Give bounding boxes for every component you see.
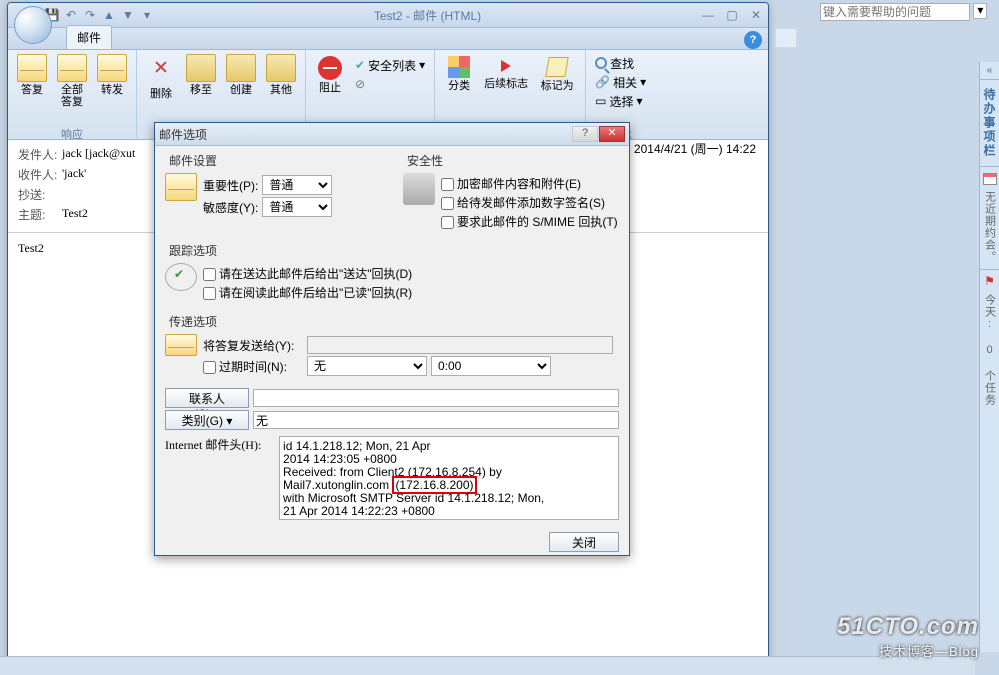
today-tasks-text: 今天: 0 个任务 xyxy=(982,294,998,406)
subject-label: 主题: xyxy=(18,206,62,223)
help-search-dropdown[interactable]: ▾ xyxy=(973,3,987,19)
find-button[interactable]: 查找 xyxy=(592,54,649,72)
categorize-button[interactable]: 分类 xyxy=(441,52,477,92)
other-actions-button[interactable]: 其他 xyxy=(263,52,299,96)
next-icon[interactable]: ▼ xyxy=(120,7,136,23)
reply-button[interactable]: 答复 xyxy=(14,52,50,96)
mail-date: 2014/4/21 (周一) 14:22 xyxy=(634,140,756,157)
delivery-icon xyxy=(165,334,197,356)
undo-icon[interactable]: ↶ xyxy=(63,7,79,23)
close-button[interactable]: ✕ xyxy=(748,8,764,22)
redo-icon[interactable]: ↷ xyxy=(82,7,98,23)
security-icon xyxy=(403,173,435,205)
todo-bar: « 待办事项栏 无近期约会。 ⚑ 今天: 0 个任务 xyxy=(979,62,999,652)
calendar-icon[interactable] xyxy=(983,173,997,185)
expire-date-select[interactable]: 无 xyxy=(307,356,427,376)
dialog-close-x[interactable]: ✕ xyxy=(599,126,625,142)
not-junk-button[interactable]: ⊘ xyxy=(352,75,428,93)
message-options-dialog: 邮件选项 ? ✕ 邮件设置 重要性(P): 普通 敏感度(Y): 普通 xyxy=(154,122,630,556)
qat-dropdown[interactable]: ▾ xyxy=(139,7,155,23)
from-label: 发件人: xyxy=(18,146,62,163)
related-button[interactable]: 🔗相关▾ xyxy=(592,73,649,91)
ribbon-help-button[interactable]: ? xyxy=(744,31,762,49)
sensitivity-label: 敏感度(Y): xyxy=(203,199,258,216)
expire-checkbox[interactable]: 过期时间(N): xyxy=(203,358,303,375)
delete-button[interactable]: 删除 xyxy=(143,52,179,100)
help-button[interactable] xyxy=(775,28,797,48)
from-value: jack [jack@xut xyxy=(62,146,135,163)
contacts-input[interactable] xyxy=(253,389,619,407)
replyto-input[interactable] xyxy=(307,336,613,354)
delivery-receipt-checkbox[interactable]: 请在送达此邮件后给出"送达"回执(D) xyxy=(203,265,412,282)
todo-bar-toggle[interactable]: « xyxy=(980,62,999,80)
status-bar xyxy=(0,656,975,675)
security-legend: 安全性 xyxy=(403,152,447,169)
to-value: 'jack' xyxy=(62,166,86,183)
sensitivity-select[interactable]: 普通 xyxy=(262,197,332,217)
maximize-button[interactable]: ▢ xyxy=(724,8,740,22)
contacts-button[interactable]: 联系人(C)... xyxy=(165,388,249,408)
replyto-label: 将答复发送给(Y): xyxy=(203,337,303,354)
safe-lists-button[interactable]: ✔安全列表▾ xyxy=(352,56,428,74)
minimize-button[interactable]: — xyxy=(700,8,716,22)
encrypt-checkbox[interactable]: 加密邮件内容和附件(E) xyxy=(441,175,581,192)
cc-label: 抄送: xyxy=(18,186,62,203)
move-button[interactable]: 移至 xyxy=(183,52,219,96)
mark-as-button[interactable]: 标记为 xyxy=(535,52,579,92)
importance-select[interactable]: 普通 xyxy=(262,175,332,195)
ribbon-group-respond-label: 响应 xyxy=(14,125,130,139)
sign-checkbox[interactable]: 给待发邮件添加数字签名(S) xyxy=(441,194,605,211)
importance-label: 重要性(P): xyxy=(203,177,258,194)
tracking-legend: 跟踪选项 xyxy=(165,242,221,259)
to-label: 收件人: xyxy=(18,166,62,183)
settings-legend: 邮件设置 xyxy=(165,152,221,169)
headers-label: Internet 邮件头(H): xyxy=(165,436,275,453)
create-button[interactable]: 创建 xyxy=(223,52,259,96)
no-appointments-text: 无近期约会。 xyxy=(982,191,998,263)
todo-bar-title: 待办事项栏 xyxy=(981,88,998,158)
reply-all-button[interactable]: 全部 答复 xyxy=(54,52,90,108)
ribbon-group-respond: 答复 全部 答复 转发 响应 xyxy=(8,50,137,139)
categories-button[interactable]: 类别(G) ▾ xyxy=(165,410,249,430)
subject-value: Test2 xyxy=(62,206,88,223)
dialog-title: 邮件选项 xyxy=(159,126,572,143)
dialog-help-button[interactable]: ? xyxy=(572,126,598,142)
prev-icon[interactable]: ▲ xyxy=(101,7,117,23)
ribbon-tab-mail[interactable]: 邮件 xyxy=(66,25,112,49)
internet-headers[interactable]: id 14.1.218.12; Mon, 21 Apr 2014 14:23:0… xyxy=(279,436,619,520)
categories-input[interactable] xyxy=(253,411,619,429)
mail-titlebar: 💾 ↶ ↷ ▲ ▼ ▾ Test2 - 邮件 (HTML) — ▢ ✕ xyxy=(8,3,768,28)
mail-window-title: Test2 - 邮件 (HTML) xyxy=(155,7,700,24)
forward-button[interactable]: 转发 xyxy=(94,52,130,96)
tracking-icon: ✔ xyxy=(165,263,197,291)
settings-icon xyxy=(165,173,197,201)
smime-checkbox[interactable]: 要求此邮件的 S/MIME 回执(T) xyxy=(441,213,618,230)
block-sender-button[interactable]: 阻止 xyxy=(312,52,348,94)
read-receipt-checkbox[interactable]: 请在阅读此邮件后给出"已读"回执(R) xyxy=(203,284,412,301)
select-button[interactable]: ▭选择▾ xyxy=(592,92,649,110)
office-button[interactable] xyxy=(14,6,52,44)
help-search-input[interactable] xyxy=(820,3,970,21)
watermark: 51CTO.com 技术博客—Blog xyxy=(837,613,979,660)
expire-time-select[interactable]: 0:00 xyxy=(431,356,551,376)
flag-icon: ⚑ xyxy=(980,274,999,288)
followup-button[interactable]: 后续标志 xyxy=(481,52,531,90)
dialog-close-button[interactable]: 关闭 xyxy=(549,532,619,552)
delivery-legend: 传递选项 xyxy=(165,313,221,330)
